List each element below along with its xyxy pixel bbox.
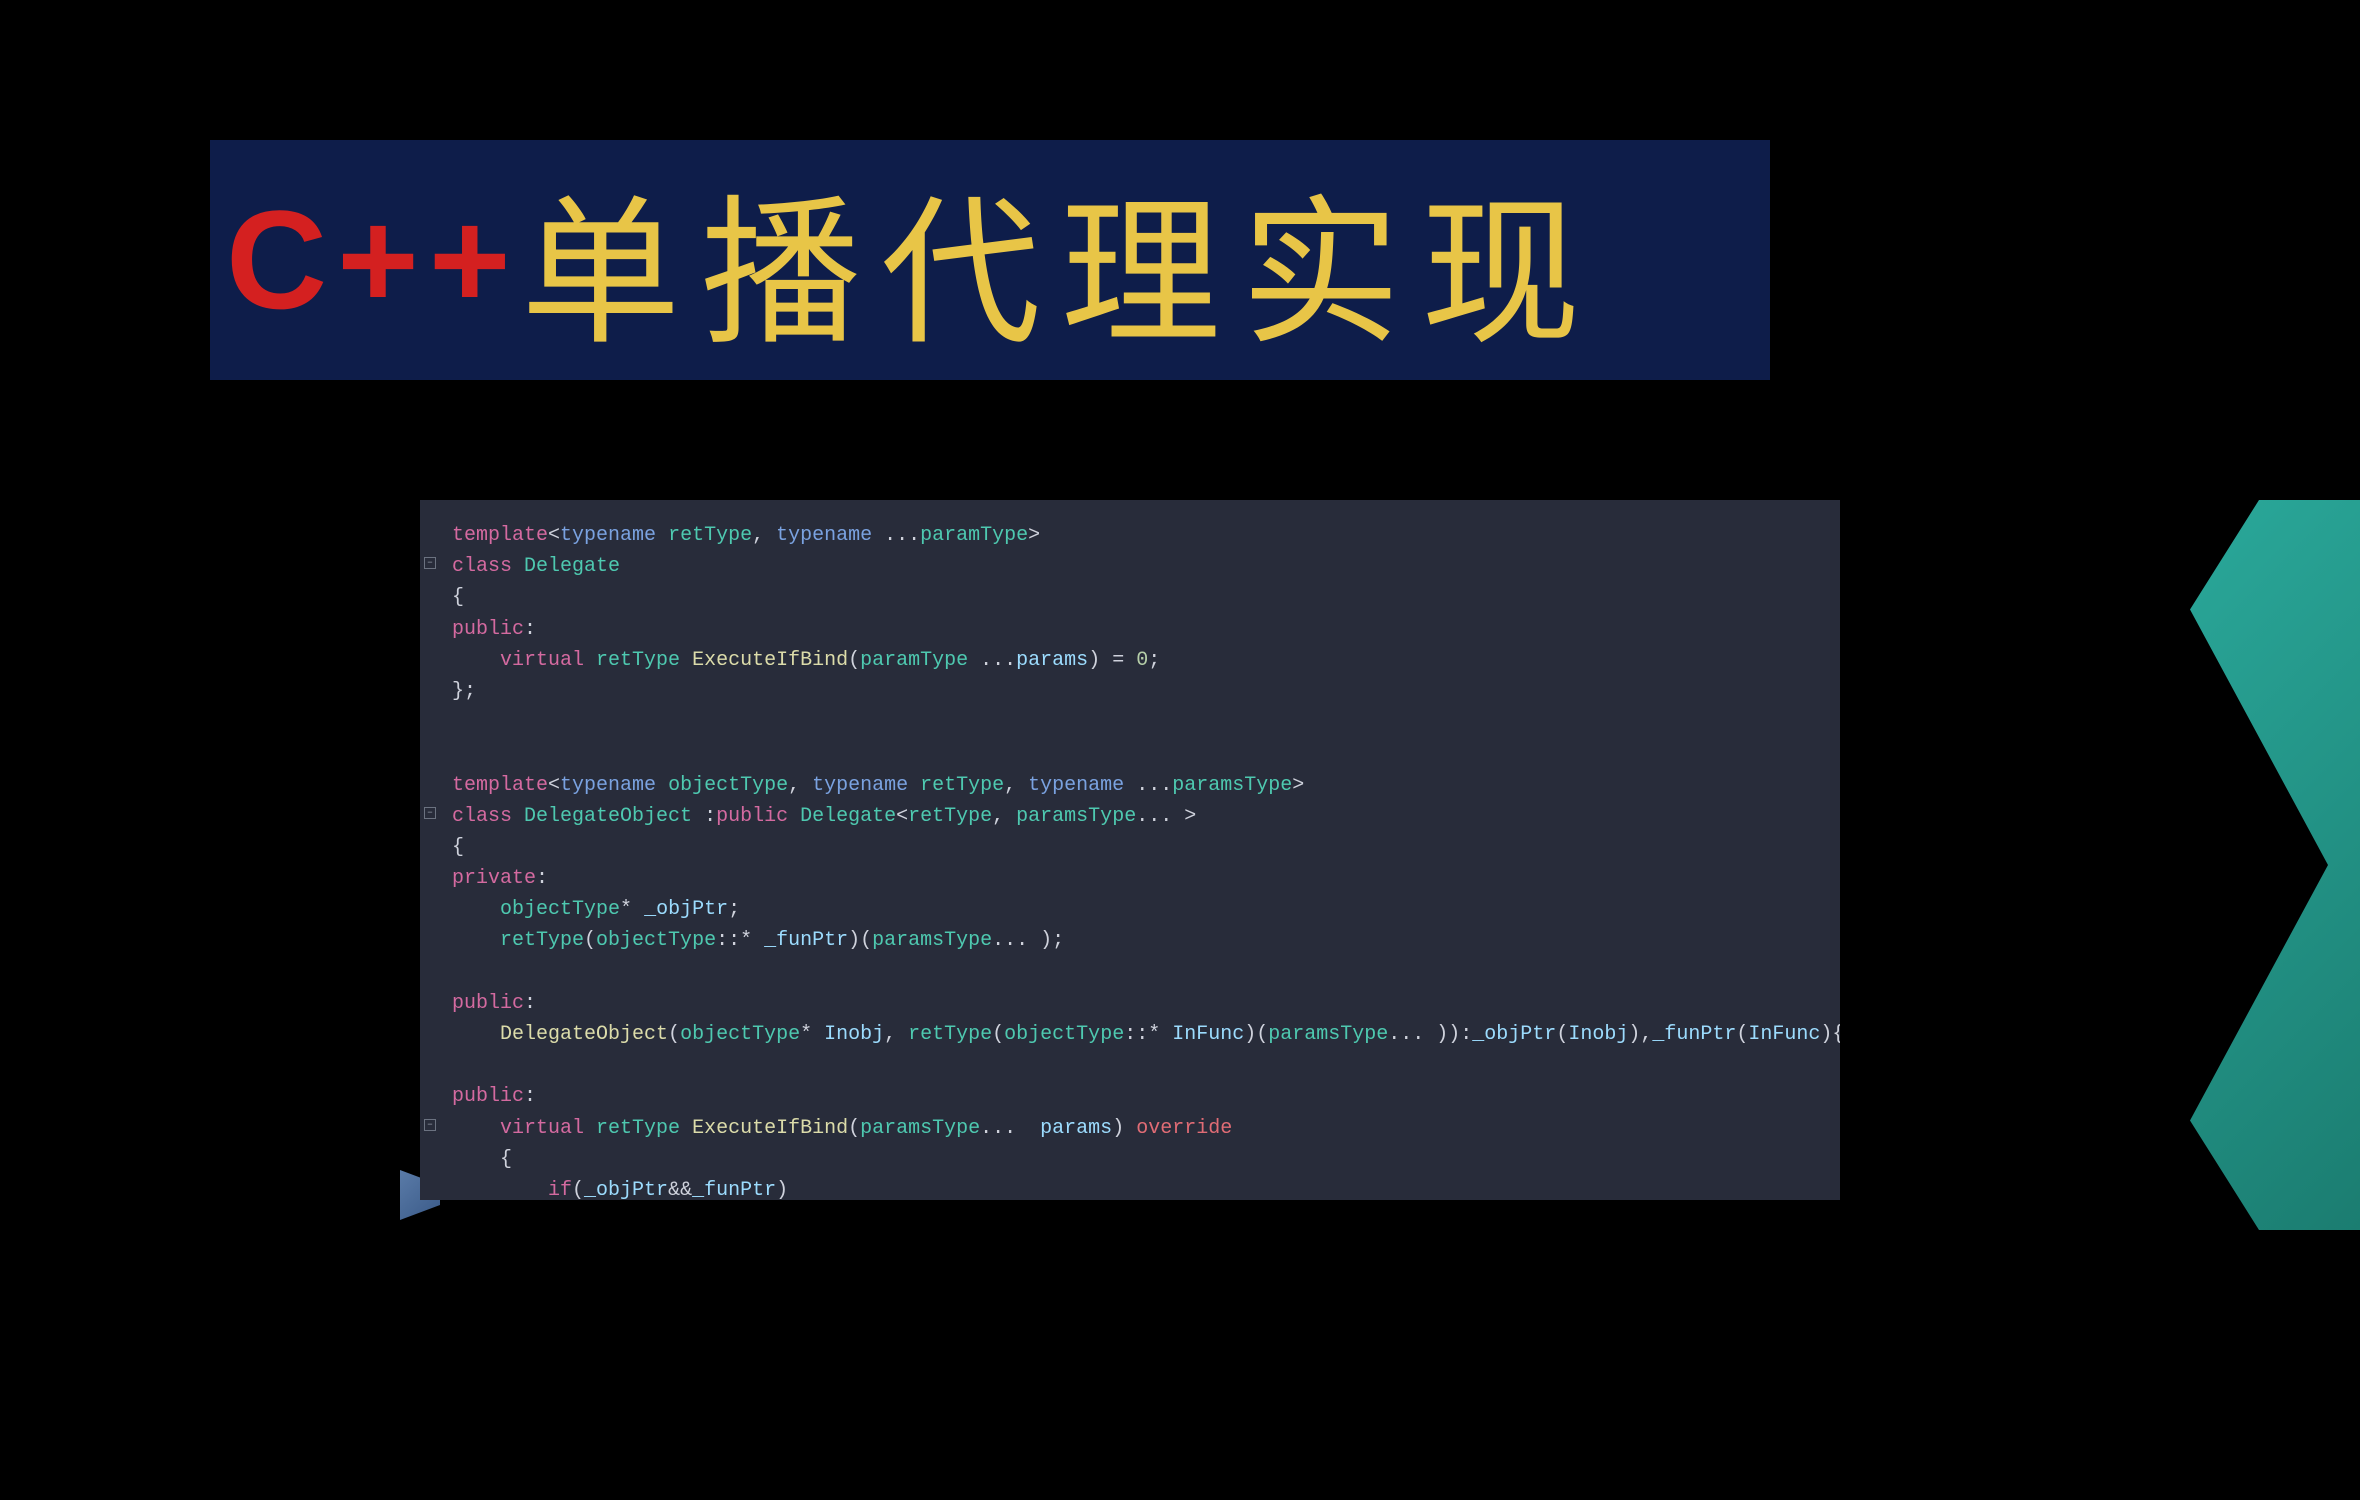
code-line: class DelegateObject :public Delegate<re… <box>452 801 1828 832</box>
code-line: if(_objPtr&&_funPtr) <box>452 1175 1828 1200</box>
code-line: { <box>452 1144 1828 1175</box>
code-line <box>452 707 1828 738</box>
code-line: virtual retType ExecuteIfBind(paramType … <box>452 645 1828 676</box>
code-line: private: <box>452 863 1828 894</box>
code-line: public: <box>452 614 1828 645</box>
code-line <box>452 738 1828 769</box>
code-line: objectType* _objPtr; <box>452 894 1828 925</box>
code-line: DelegateObject(objectType* Inobj, retTyp… <box>452 1019 1828 1050</box>
code-line: retType(objectType::* _funPtr)(paramsTyp… <box>452 925 1828 956</box>
code-line: public: <box>452 988 1828 1019</box>
title-chinese-text: 单播代理实现 <box>521 144 1601 376</box>
title-banner: C++ 单播代理实现 <box>210 140 1770 380</box>
code-line <box>452 957 1828 988</box>
code-line: }; <box>452 676 1828 707</box>
fold-marker-icon[interactable]: − <box>424 807 436 819</box>
code-line: { <box>452 832 1828 863</box>
code-line: class Delegate <box>452 551 1828 582</box>
code-line: public: <box>452 1081 1828 1112</box>
code-line: { <box>452 582 1828 613</box>
code-editor-panel[interactable]: template<typename retType, typename ...p… <box>420 500 1840 1200</box>
code-line: template<typename objectType, typename r… <box>452 770 1828 801</box>
title-cpp-text: C++ <box>226 179 521 341</box>
decorative-bg-shape-right <box>2190 500 2360 1230</box>
code-body: template<typename retType, typename ...p… <box>442 520 1828 1200</box>
code-fold-gutter <box>420 520 438 1180</box>
fold-marker-icon[interactable]: − <box>424 557 436 569</box>
code-line: virtual retType ExecuteIfBind(paramsType… <box>452 1113 1828 1144</box>
code-line: template<typename retType, typename ...p… <box>452 520 1828 551</box>
fold-marker-icon[interactable]: − <box>424 1119 436 1131</box>
code-line <box>452 1050 1828 1081</box>
